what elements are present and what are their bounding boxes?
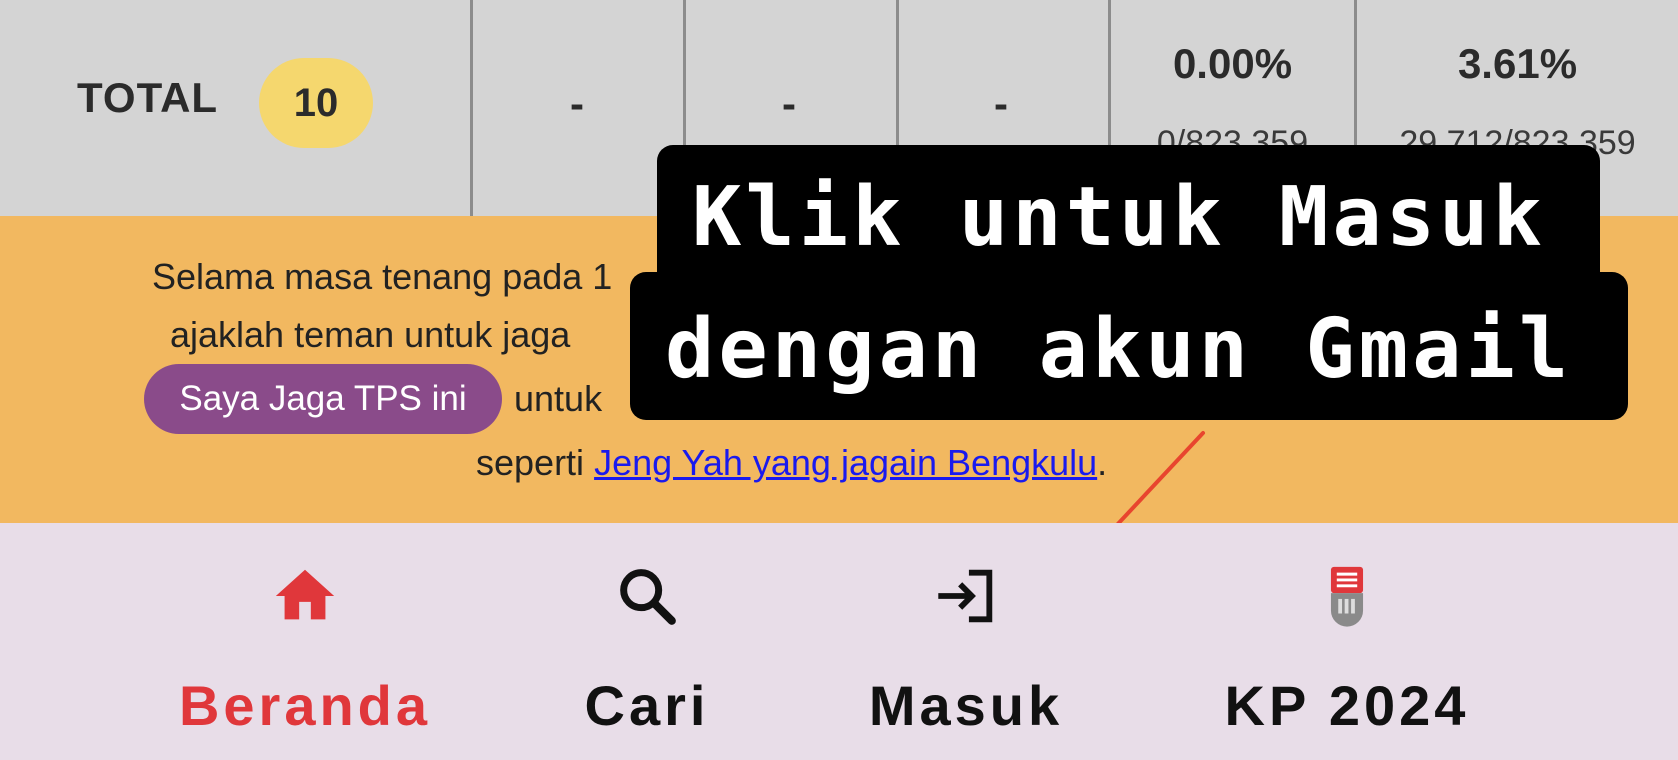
total-count-badge: 10	[259, 58, 373, 148]
nav-label-masuk: Masuk	[868, 674, 1064, 737]
nav-item-kp-2024[interactable]: KP 2024	[1197, 523, 1497, 760]
bengkulu-link[interactable]: Jeng Yah yang jagain Bengkulu	[594, 442, 1097, 483]
search-icon	[620, 569, 676, 625]
banner-line-4-prefix: seperti	[476, 442, 585, 483]
banner-line-1: Selama masa tenang pada 1	[152, 256, 613, 297]
home-icon	[275, 569, 335, 620]
cell-col4-percent: 0.00%	[1172, 40, 1293, 87]
callout-line-2: dengan akun Gmail	[665, 302, 1573, 397]
cell-col5-percent: 3.61%	[1457, 40, 1578, 87]
ballot-box-icon	[1330, 566, 1364, 627]
nav-item-beranda[interactable]: Beranda	[155, 523, 455, 760]
cell-col3: -	[994, 80, 1008, 127]
banner-line-4: seperti Jeng Yah yang jagain Bengkulu.	[476, 442, 1107, 484]
bottom-navigation: Beranda Cari Masuk KP 2024	[0, 523, 1678, 760]
nav-label-cari: Cari	[584, 674, 710, 737]
nav-item-masuk[interactable]: Masuk	[816, 523, 1116, 760]
banner-line-4-suffix: .	[1097, 442, 1108, 483]
column-divider	[470, 0, 473, 216]
callout-line-1: Klik untuk Masuk	[692, 170, 1546, 265]
cell-col2: -	[782, 80, 796, 127]
banner-line-3: untuk	[514, 378, 603, 419]
nav-label-kp-2024: KP 2024	[1224, 674, 1470, 737]
cell-col1: -	[570, 80, 584, 127]
total-label: TOTAL	[77, 74, 219, 121]
banner-line-2: ajaklah teman untuk jaga	[170, 314, 571, 355]
saya-jaga-tps-button[interactable]: Saya Jaga TPS ini	[144, 364, 502, 434]
nav-item-cari[interactable]: Cari	[497, 523, 797, 760]
login-icon	[938, 569, 993, 623]
nav-label-beranda: Beranda	[178, 674, 432, 737]
